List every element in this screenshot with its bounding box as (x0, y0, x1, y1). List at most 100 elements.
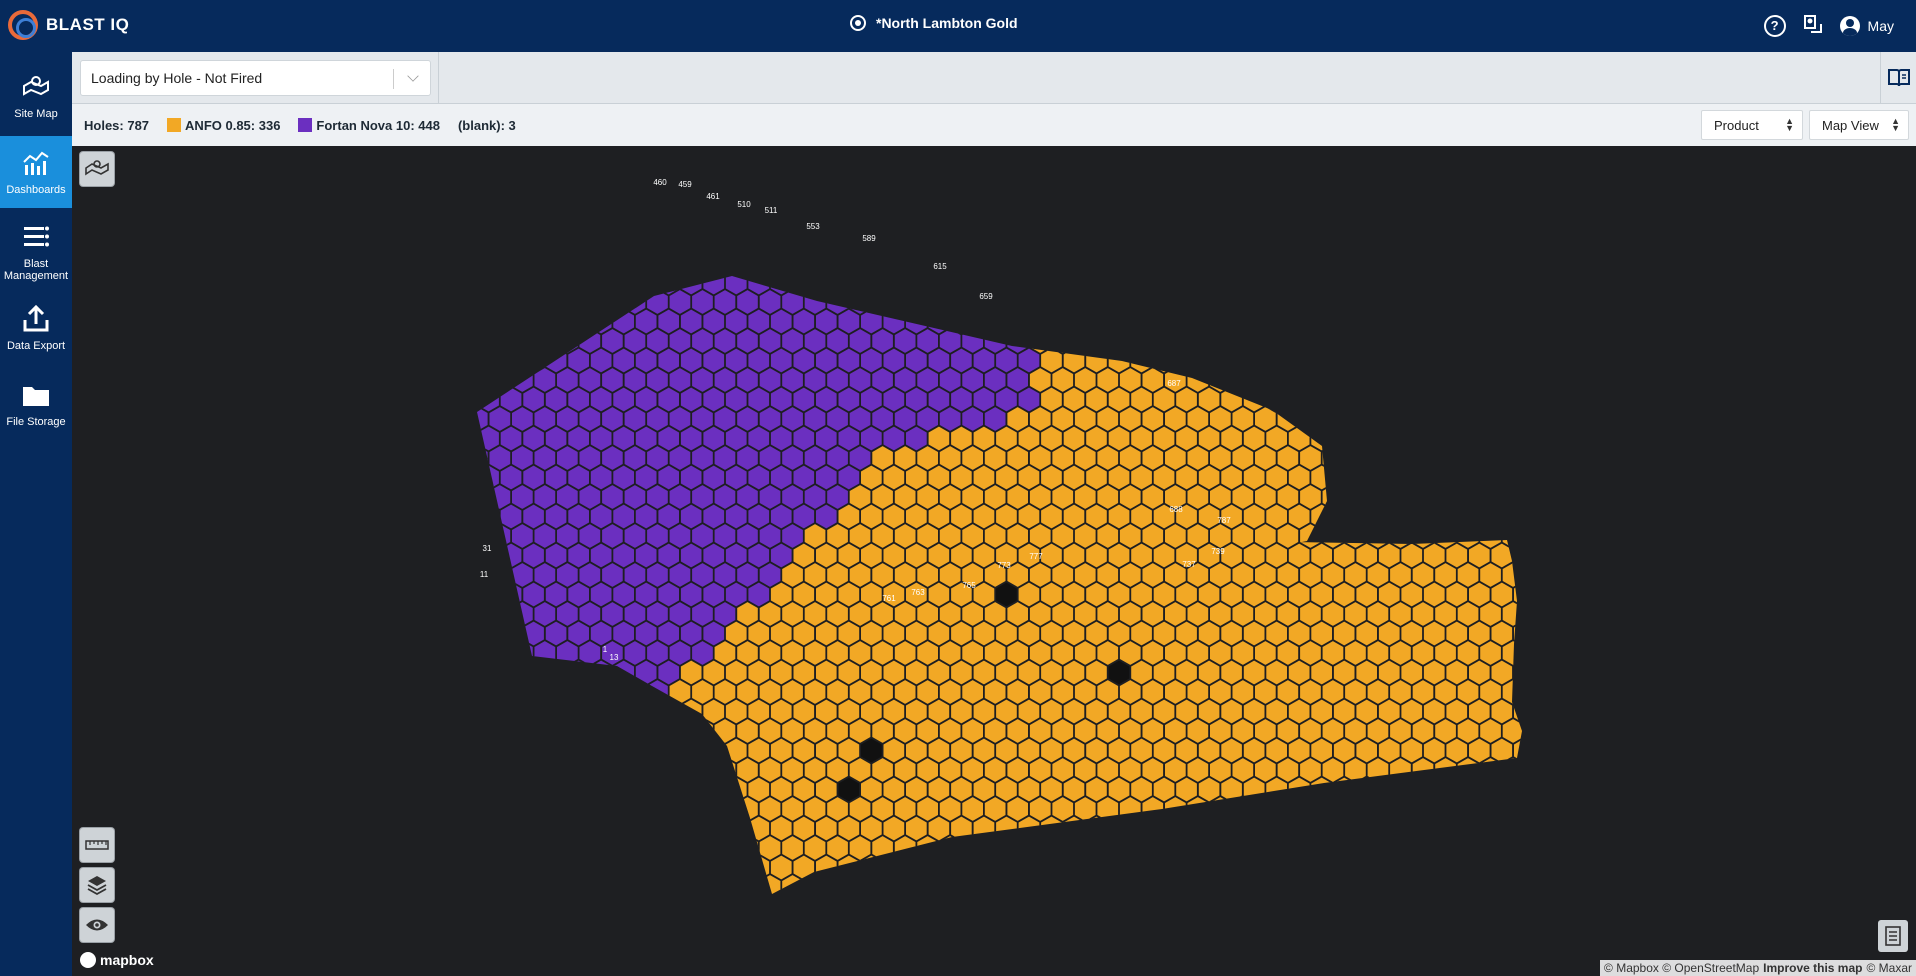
hole-cell[interactable] (1344, 796, 1367, 822)
hole-cell[interactable] (758, 523, 782, 549)
hole-cell[interactable] (455, 542, 478, 569)
hole-cell[interactable] (1141, 406, 1164, 432)
hole-cell[interactable] (927, 815, 950, 842)
hole-cell[interactable] (657, 308, 680, 335)
hole-cell[interactable] (1130, 386, 1153, 413)
hole-cell[interactable] (984, 835, 1007, 861)
hole-cell[interactable] (635, 425, 658, 452)
hole-cell[interactable] (1344, 328, 1367, 354)
hole-cell[interactable] (803, 835, 827, 861)
hole-cell[interactable] (601, 328, 624, 354)
hole-cell[interactable] (770, 425, 793, 452)
hole-cell[interactable] (961, 484, 984, 510)
hole-cell[interactable] (556, 874, 579, 900)
hole-cell[interactable] (894, 601, 917, 627)
hole-cell[interactable] (1378, 270, 1401, 296)
hole-cell[interactable] (1366, 523, 1390, 549)
hole-cell[interactable] (477, 270, 500, 296)
hole-cell[interactable] (1411, 835, 1435, 861)
hole-cell[interactable] (444, 602, 466, 627)
hole-cell[interactable] (1333, 464, 1356, 491)
hole-cell[interactable] (1333, 659, 1356, 686)
hole-cell[interactable] (1479, 562, 1502, 588)
hole-cell[interactable] (1355, 308, 1378, 335)
hole-cell[interactable] (657, 815, 680, 842)
hole-cell[interactable] (522, 464, 545, 491)
hole-cell[interactable] (792, 347, 815, 374)
hole-cell[interactable] (1310, 425, 1333, 452)
hole-cell[interactable] (1490, 347, 1513, 374)
visibility-button[interactable] (80, 908, 114, 942)
hole-cell[interactable] (1186, 445, 1209, 471)
hole-cell[interactable] (1434, 406, 1457, 432)
hole-cell[interactable] (1378, 347, 1401, 374)
hole-cell[interactable] (1085, 659, 1108, 686)
hole-cell[interactable] (1423, 503, 1446, 530)
hole-cell[interactable] (1085, 542, 1108, 569)
sidebar-item-blast-management[interactable]: Blast Management (0, 212, 72, 292)
hole-cell[interactable] (657, 347, 680, 374)
hole-cell[interactable] (1209, 757, 1232, 783)
hole-cell[interactable] (590, 698, 613, 725)
hole-cell[interactable] (635, 386, 658, 413)
hole-cell[interactable] (781, 484, 804, 510)
hole-cell[interactable] (1119, 679, 1142, 705)
hole-cell[interactable] (837, 815, 860, 842)
hole-cell[interactable] (713, 757, 737, 783)
hole-cell[interactable] (1456, 718, 1480, 744)
hole-cell[interactable] (691, 523, 714, 549)
hole-cell[interactable] (995, 776, 1018, 803)
hole-cell[interactable] (499, 270, 523, 296)
hole-cell[interactable] (1400, 503, 1423, 530)
hole-cell[interactable] (1164, 718, 1187, 744)
hole-cell[interactable] (1198, 386, 1221, 413)
hole-cell[interactable] (826, 328, 849, 354)
hole-cell[interactable] (522, 386, 545, 413)
hole-cell[interactable] (1062, 854, 1086, 881)
hole-cell[interactable] (556, 640, 579, 666)
hole-cell[interactable] (950, 308, 973, 335)
hole-cell[interactable] (1141, 523, 1164, 549)
hole-cell[interactable] (612, 464, 635, 491)
hole-cell[interactable] (1434, 718, 1457, 744)
hole-cell[interactable] (837, 854, 860, 881)
hole-cell[interactable] (567, 698, 590, 725)
hole-cell[interactable] (984, 523, 1007, 549)
hole-cell[interactable] (1333, 542, 1356, 569)
hole-cell[interactable] (1265, 270, 1288, 296)
hole-cell[interactable] (1062, 659, 1086, 686)
hole-cell[interactable] (758, 328, 782, 354)
hole-cell[interactable] (522, 347, 545, 374)
hole-cell[interactable] (1186, 757, 1209, 783)
hole-cell[interactable] (826, 523, 849, 549)
hole-cell[interactable] (1411, 757, 1435, 783)
hole-cell[interactable] (927, 542, 950, 569)
hole-cell[interactable] (488, 874, 512, 900)
hole-cell[interactable] (1513, 737, 1536, 764)
hole-cell[interactable] (488, 289, 512, 315)
hole-cell[interactable] (1423, 620, 1446, 647)
hole-cell[interactable] (725, 542, 748, 569)
hole-cell[interactable] (747, 698, 770, 725)
hole-cell[interactable] (556, 445, 579, 471)
hole-cell[interactable] (848, 367, 872, 393)
hole-cell[interactable] (1276, 757, 1299, 783)
hole-cell[interactable] (871, 328, 894, 354)
hole-cell[interactable] (1074, 289, 1097, 315)
hole-cell[interactable] (995, 464, 1018, 491)
hole-cell[interactable] (612, 542, 635, 569)
hole-cell[interactable] (533, 445, 557, 471)
hole-cell[interactable] (590, 854, 613, 881)
hole-cell[interactable] (736, 289, 759, 315)
hole-cell[interactable] (1231, 445, 1254, 471)
hole-cell[interactable] (1389, 601, 1412, 627)
hole-cell[interactable] (1051, 679, 1074, 705)
hole-cell[interactable] (499, 659, 523, 686)
hole-cell[interactable] (1040, 659, 1063, 686)
hole-cell[interactable] (1051, 523, 1074, 549)
hole-cell[interactable] (1029, 562, 1052, 588)
hole-cell[interactable] (612, 503, 635, 530)
hole-cell[interactable] (1130, 464, 1153, 491)
hole-cell[interactable] (1243, 347, 1266, 374)
hole-cell[interactable] (837, 698, 860, 725)
